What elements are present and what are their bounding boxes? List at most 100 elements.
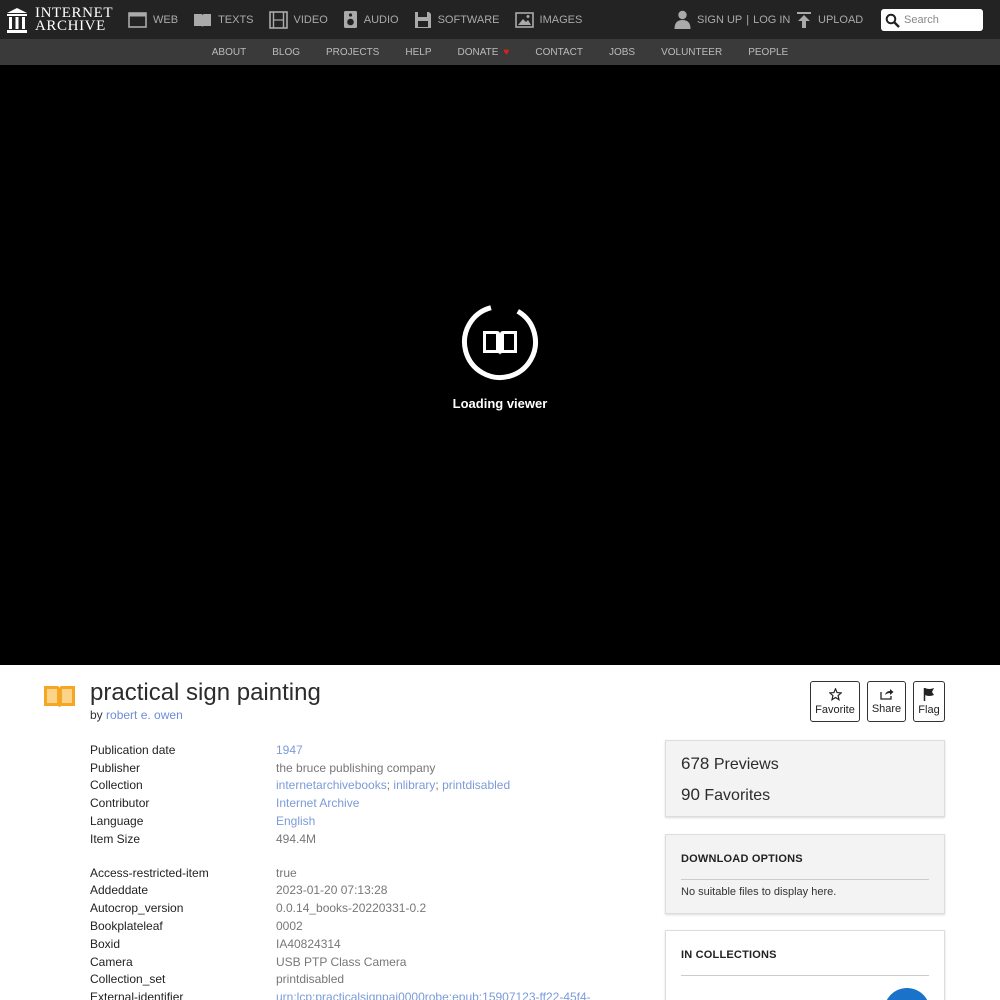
metadata-value: the bruce publishing company (276, 761, 435, 775)
metadata-primary: Publication date 1947 Publisher the bruce p… (90, 741, 630, 848)
metadata-row: Contributor Internet Archive (90, 794, 630, 812)
metadata-row: Language English (90, 812, 630, 830)
logo-wordmark: INTERNET ARCHIVE (35, 6, 113, 34)
metadata-value: USB PTP Class Camera (276, 955, 406, 969)
subnav-projects[interactable]: PROJECTS (326, 47, 379, 58)
nav-texts[interactable]: TEXTS (193, 12, 254, 28)
metadata-value-link[interactable]: English (276, 814, 315, 828)
upload-button[interactable]: UPLOAD (796, 0, 863, 39)
signup-link[interactable]: SIGN UP (697, 14, 742, 26)
subnav-help[interactable]: HELP (405, 47, 431, 58)
download-options-heading: DOWNLOAD OPTIONS (681, 853, 929, 880)
metadata-value: Internet Archive (276, 796, 359, 810)
speaker-icon (343, 11, 357, 28)
share-icon (879, 689, 893, 700)
nav-audio[interactable]: AUDIO (343, 10, 399, 29)
metadata-row: Addeddate 2023-01-20 07:13:28 (90, 882, 630, 900)
login-link[interactable]: LOG IN (753, 14, 790, 26)
metadata-value: English (276, 814, 315, 828)
favorites-label: Favorites (704, 787, 771, 804)
metadata-value: urn:lcp:practicalsignpai0000robe:epub:15… (276, 990, 591, 1000)
subnav-contact[interactable]: CONTACT (535, 47, 583, 58)
metadata-value-link[interactable]: inlibrary (393, 778, 435, 792)
metadata-value-link[interactable]: internetarchivebooks (276, 778, 387, 792)
metadata-value-link[interactable]: urn:lcp:practicalsignpai0000robe:epub:15… (276, 990, 591, 1000)
collection-avatar[interactable] (884, 988, 930, 1000)
metadata-key: Language (90, 814, 144, 829)
nav-video-label: VIDEO (293, 13, 328, 26)
subnav-donate[interactable]: DONATE ♥ (457, 47, 509, 58)
metadata-value-link[interactable]: Internet Archive (276, 796, 359, 810)
metadata-row: Publisher the bruce publishing company (90, 759, 630, 777)
nav-web[interactable]: WEB (128, 11, 178, 28)
film-icon (268, 10, 288, 29)
metadata-key: Camera (90, 954, 133, 969)
archive-building-icon (7, 8, 27, 33)
metadata-value-text: printdisabled (276, 972, 345, 987)
search-input[interactable] (904, 14, 982, 26)
flag-button[interactable]: Flag (913, 681, 945, 722)
nav-software[interactable]: SOFTWARE (414, 11, 500, 29)
metadata-gap (90, 848, 630, 864)
metadata-key: External-identifier (90, 990, 184, 1000)
metadata-value-link[interactable]: 1947 (276, 743, 303, 757)
metadata-key: Collection_set (90, 972, 166, 987)
favorite-label: Favorite (815, 703, 855, 716)
search-box (881, 9, 983, 31)
logo-line-2: ARCHIVE (35, 18, 106, 34)
share-button[interactable]: Share (867, 681, 906, 722)
metadata-key: Publisher (90, 760, 141, 775)
nav-images-label: IMAGES (539, 13, 583, 26)
media-nav: WEB TEXTS VIDEO AUDIO SOFTWARE IMAGES (128, 0, 597, 39)
metadata-value-text: IA40824314 (276, 936, 341, 951)
metadata-value-text: 0002 (276, 919, 303, 934)
search-icon[interactable] (885, 13, 900, 28)
metadata-value: 0002 (276, 919, 303, 933)
subnav-about[interactable]: ABOUT (212, 47, 246, 58)
metadata-row: Autocrop_version 0.0.14_books-20220331-0.… (90, 899, 630, 917)
metadata-value: 494.4M (276, 832, 316, 846)
metadata-secondary: Access-restricted-item true Addeddate 2023-… (90, 864, 630, 1000)
metadata-row: Boxid IA40824314 (90, 935, 630, 953)
subnav-jobs[interactable]: JOBS (609, 47, 635, 58)
metadata-row: External-identifier urn:lcp:practicalsign… (90, 988, 630, 1000)
nav-images[interactable]: IMAGES (514, 11, 583, 28)
flag-icon (923, 688, 934, 701)
nav-software-label: SOFTWARE (437, 13, 500, 26)
web-icon (128, 11, 147, 28)
metadata-key: Publication date (90, 742, 176, 757)
metadata-key: Collection (90, 778, 143, 793)
author-link[interactable]: robert e. owen (106, 708, 183, 722)
metadata-value: 2023-01-20 07:13:28 (276, 883, 387, 897)
image-icon (514, 11, 534, 28)
metadata-row: Camera USB PTP Class Camera (90, 953, 630, 971)
stats-panel: 678 Previews 90 Favorites (665, 740, 945, 817)
byline: by robert e. owen (90, 708, 183, 722)
favorites-stat: 90 Favorites (681, 785, 929, 805)
metadata-key: Contributor (90, 796, 150, 811)
item-actions: Favorite Share Flag (810, 681, 945, 722)
in-collections-panel: IN COLLECTIONS (665, 930, 945, 1000)
internet-archive-logo[interactable]: INTERNET ARCHIVE (6, 6, 113, 34)
nav-video[interactable]: VIDEO (268, 10, 328, 29)
metadata-key: Item Size (90, 831, 141, 846)
nav-audio-label: AUDIO (363, 13, 399, 26)
subnav-volunteer[interactable]: VOLUNTEER (661, 47, 722, 58)
upload-icon (797, 12, 811, 28)
subnav-people[interactable]: PEOPLE (748, 47, 788, 58)
user-icon (674, 10, 691, 29)
book-viewer[interactable]: Loading viewer (0, 65, 1000, 665)
metadata-value: true (276, 866, 297, 880)
subnav-donate-label: DONATE (457, 46, 499, 58)
book-icon (194, 13, 212, 27)
share-label: Share (871, 703, 902, 715)
metadata-value-link[interactable]: printdisabled (442, 778, 510, 792)
top-nav: INTERNET ARCHIVE WEB TEXTS VIDEO AUDIO S… (0, 0, 1000, 39)
texts-book-icon (44, 686, 75, 708)
metadata-key: Addeddate (90, 883, 149, 898)
subnav-blog[interactable]: BLOG (272, 47, 300, 58)
favorite-button[interactable]: Favorite (810, 681, 860, 722)
metadata-key: Boxid (90, 936, 121, 951)
account-links: SIGN UP | LOG IN (674, 0, 790, 39)
metadata-value-text: 494.4M (276, 831, 317, 846)
